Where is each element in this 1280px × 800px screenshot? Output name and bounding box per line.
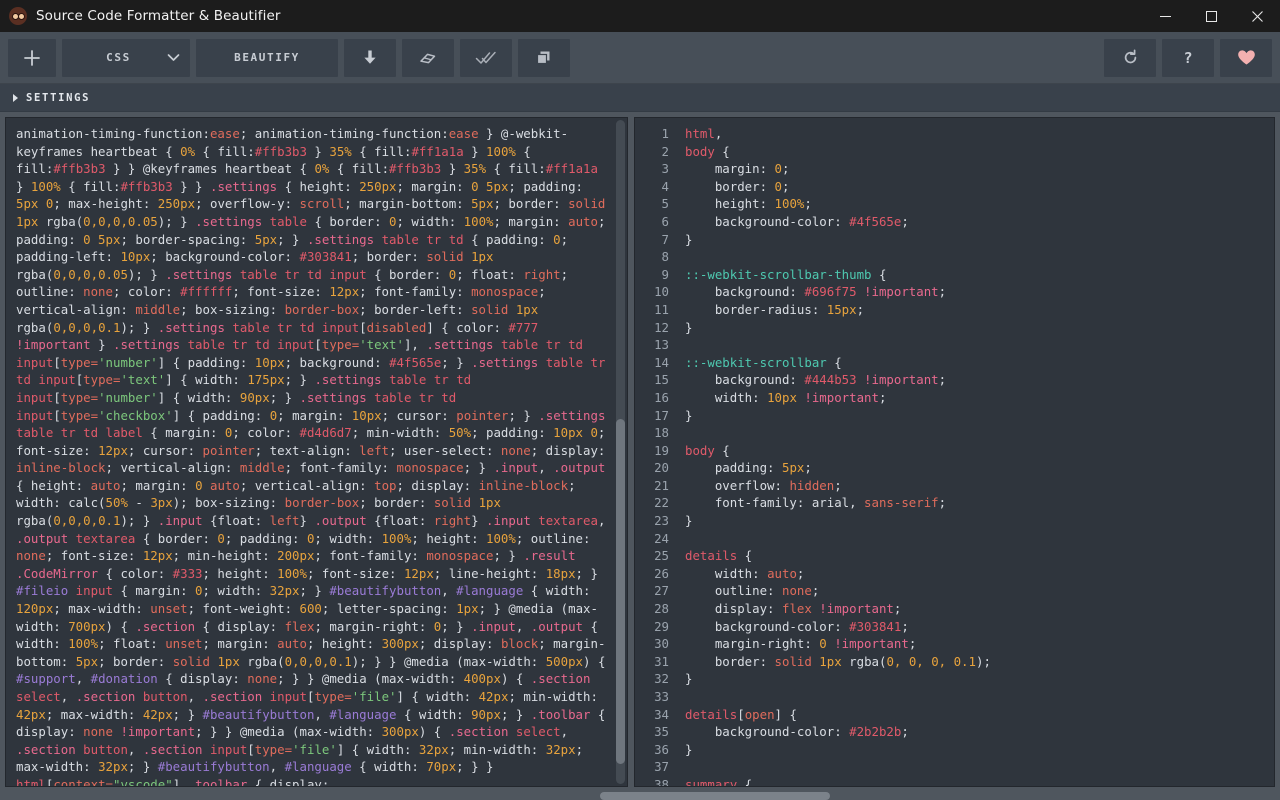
input-vertical-scrollbar[interactable] xyxy=(616,120,625,784)
plus-icon xyxy=(24,49,40,66)
refresh-icon xyxy=(1124,49,1136,64)
code-line: overflow: hidden; xyxy=(685,477,842,493)
maximize-icon[interactable] xyxy=(1188,0,1234,32)
code-line: ::-webkit-scrollbar-thumb { xyxy=(685,266,887,282)
code-line: details { xyxy=(685,548,753,564)
source-input-code[interactable]: animation-timing-function:ease; animatio… xyxy=(6,118,627,786)
title-bar: Source Code Formatter & Beautifier xyxy=(0,0,1280,32)
copy-button[interactable] xyxy=(518,38,570,77)
code-line: display: flex !important; xyxy=(685,601,902,617)
language-select-value: CSS xyxy=(106,51,131,64)
beautify-button[interactable]: BEAUTIFY xyxy=(196,38,338,77)
code-line: } xyxy=(685,231,693,247)
code-line: outline: none; xyxy=(685,583,820,599)
editor-area: animation-timing-function:ease; animatio… xyxy=(0,112,1280,792)
toolbar-right-group: ? xyxy=(1104,38,1272,77)
heart-icon xyxy=(1237,50,1255,65)
code-line: width: auto; xyxy=(685,565,805,581)
output-line-number-gutter: 1 2 3 4 5 6 7 8 9 10 11 12 13 14 15 16 1… xyxy=(635,118,679,786)
code-line: margin-right: 0 !important; xyxy=(685,636,917,652)
chevron-down-icon xyxy=(167,53,180,62)
code-line: body { xyxy=(685,442,730,458)
download-button[interactable] xyxy=(344,38,396,77)
settings-label: SETTINGS xyxy=(26,91,91,104)
settings-disclosure[interactable]: SETTINGS xyxy=(0,84,1280,112)
code-line: } xyxy=(685,319,693,335)
code-line: } xyxy=(685,407,693,423)
window-title: Source Code Formatter & Beautifier xyxy=(36,8,281,24)
output-horizontal-scrollbar[interactable] xyxy=(0,792,1280,800)
code-line: margin: 0; xyxy=(685,161,790,177)
code-line: border-radius: 15px; xyxy=(685,301,865,317)
triangle-right-icon xyxy=(13,93,18,102)
code-line: details[open] { xyxy=(685,706,797,722)
formatted-output-editor[interactable]: 1 2 3 4 5 6 7 8 9 10 11 12 13 14 15 16 1… xyxy=(634,117,1275,787)
code-line: background: #444b53 !important; xyxy=(685,372,947,388)
add-file-button[interactable] xyxy=(8,38,56,77)
app-logo-icon xyxy=(9,7,27,25)
minimize-icon[interactable] xyxy=(1142,0,1188,32)
code-line: border: 0; xyxy=(685,178,790,194)
code-line: } xyxy=(685,741,693,757)
code-line: } xyxy=(685,513,693,529)
code-line: border: solid 1px rgba(0, 0, 0, 0.1); xyxy=(685,653,991,669)
code-line: background-color: #4f565e; xyxy=(685,213,909,229)
eraser-icon xyxy=(420,53,436,63)
code-line: summary { xyxy=(685,776,753,786)
code-line: ::-webkit-scrollbar { xyxy=(685,354,842,370)
clear-button[interactable] xyxy=(402,38,454,77)
output-hscrollbar-thumb[interactable] xyxy=(600,792,831,800)
code-line: width: 10px !important; xyxy=(685,389,887,405)
copy-icon xyxy=(536,51,550,64)
validate-button[interactable] xyxy=(460,38,512,77)
code-line: html, xyxy=(685,126,723,141)
window-controls xyxy=(1142,0,1280,32)
close-icon[interactable] xyxy=(1234,0,1280,32)
help-button[interactable]: ? xyxy=(1162,38,1214,77)
code-line: background: #696f75 !important; xyxy=(685,284,947,300)
code-line: background-color: #303841; xyxy=(685,618,909,634)
code-line: padding: 5px; xyxy=(685,460,812,476)
download-icon xyxy=(364,50,376,64)
main-toolbar: CSS BEAUTIFY ? xyxy=(0,32,1280,84)
donate-button[interactable] xyxy=(1220,38,1272,77)
source-input-editor[interactable]: animation-timing-function:ease; animatio… xyxy=(5,117,628,787)
code-line: } xyxy=(685,671,693,687)
code-line: font-family: arial, sans-serif; xyxy=(685,495,947,511)
double-check-icon xyxy=(475,51,496,64)
code-line: body { xyxy=(685,143,730,159)
input-scrollbar-thumb[interactable] xyxy=(616,418,625,765)
title-bar-left: Source Code Formatter & Beautifier xyxy=(0,7,281,25)
code-line: background-color: #2b2b2b; xyxy=(685,724,909,740)
language-select[interactable]: CSS xyxy=(62,38,190,77)
formatted-output-code[interactable]: html, body { margin: 0; border: 0; height… xyxy=(679,118,1274,786)
app-window: Source Code Formatter & Beautifier CSS B… xyxy=(0,0,1280,800)
refresh-button[interactable] xyxy=(1104,38,1156,77)
code-line: height: 100%; xyxy=(685,196,812,212)
